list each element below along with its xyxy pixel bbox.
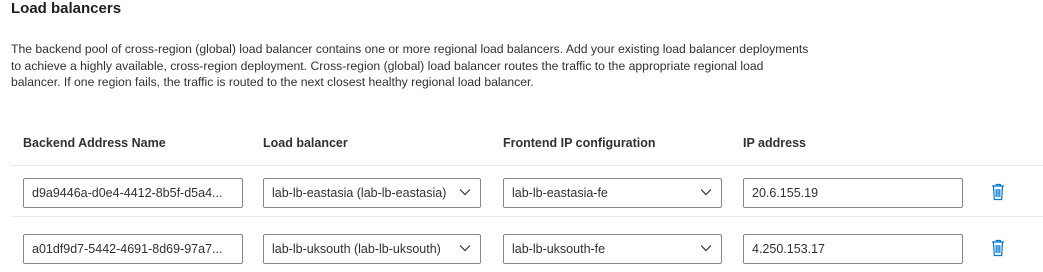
column-header-ip-address: IP address bbox=[743, 136, 807, 150]
frontend-ip-dropdown[interactable]: lab-lb-eastasia-fe bbox=[503, 178, 722, 208]
frontend-ip-dropdown-value: lab-lb-uksouth-fe bbox=[512, 242, 606, 256]
chevron-down-icon bbox=[700, 245, 712, 252]
ip-address-field[interactable]: 4.250.153.17 bbox=[743, 234, 963, 264]
load-balancer-dropdown[interactable]: lab-lb-uksouth (lab-lb-uksouth) bbox=[263, 234, 481, 264]
column-header-backend-address-name: Backend Address Name bbox=[23, 136, 166, 150]
column-header-load-balancer: Load balancer bbox=[263, 136, 348, 150]
chevron-down-icon bbox=[459, 189, 471, 196]
table-row: d9a9446a-d0e4-4412-8b5f-d5a4... lab-lb-e… bbox=[11, 168, 1043, 217]
load-balancer-dropdown-value: lab-lb-uksouth (lab-lb-uksouth) bbox=[272, 242, 441, 256]
backend-address-name-field[interactable]: a01df9d7-5442-4691-8d69-97a7... bbox=[23, 234, 243, 264]
load-balancer-dropdown-value: lab-lb-eastasia (lab-lb-eastasia) bbox=[272, 186, 447, 200]
backend-address-name-field[interactable]: d9a9446a-d0e4-4412-8b5f-d5a4... bbox=[23, 178, 243, 208]
ip-address-field[interactable]: 20.6.155.19 bbox=[743, 178, 963, 208]
trash-icon[interactable] bbox=[991, 239, 1005, 257]
frontend-ip-dropdown[interactable]: lab-lb-uksouth-fe bbox=[503, 234, 722, 264]
table-row: a01df9d7-5442-4691-8d69-97a7... lab-lb-u… bbox=[11, 224, 1043, 272]
frontend-ip-dropdown-value: lab-lb-eastasia-fe bbox=[512, 186, 608, 200]
column-header-frontend-ip: Frontend IP configuration bbox=[503, 136, 656, 150]
section-title: Load balancers bbox=[11, 0, 122, 17]
chevron-down-icon bbox=[700, 189, 712, 196]
trash-icon[interactable] bbox=[991, 183, 1005, 201]
section-description: The backend pool of cross-region (global… bbox=[11, 42, 809, 89]
load-balancer-dropdown[interactable]: lab-lb-eastasia (lab-lb-eastasia) bbox=[263, 178, 481, 208]
chevron-down-icon bbox=[459, 245, 471, 252]
table-header: Backend Address Name Load balancer Front… bbox=[11, 128, 1043, 166]
